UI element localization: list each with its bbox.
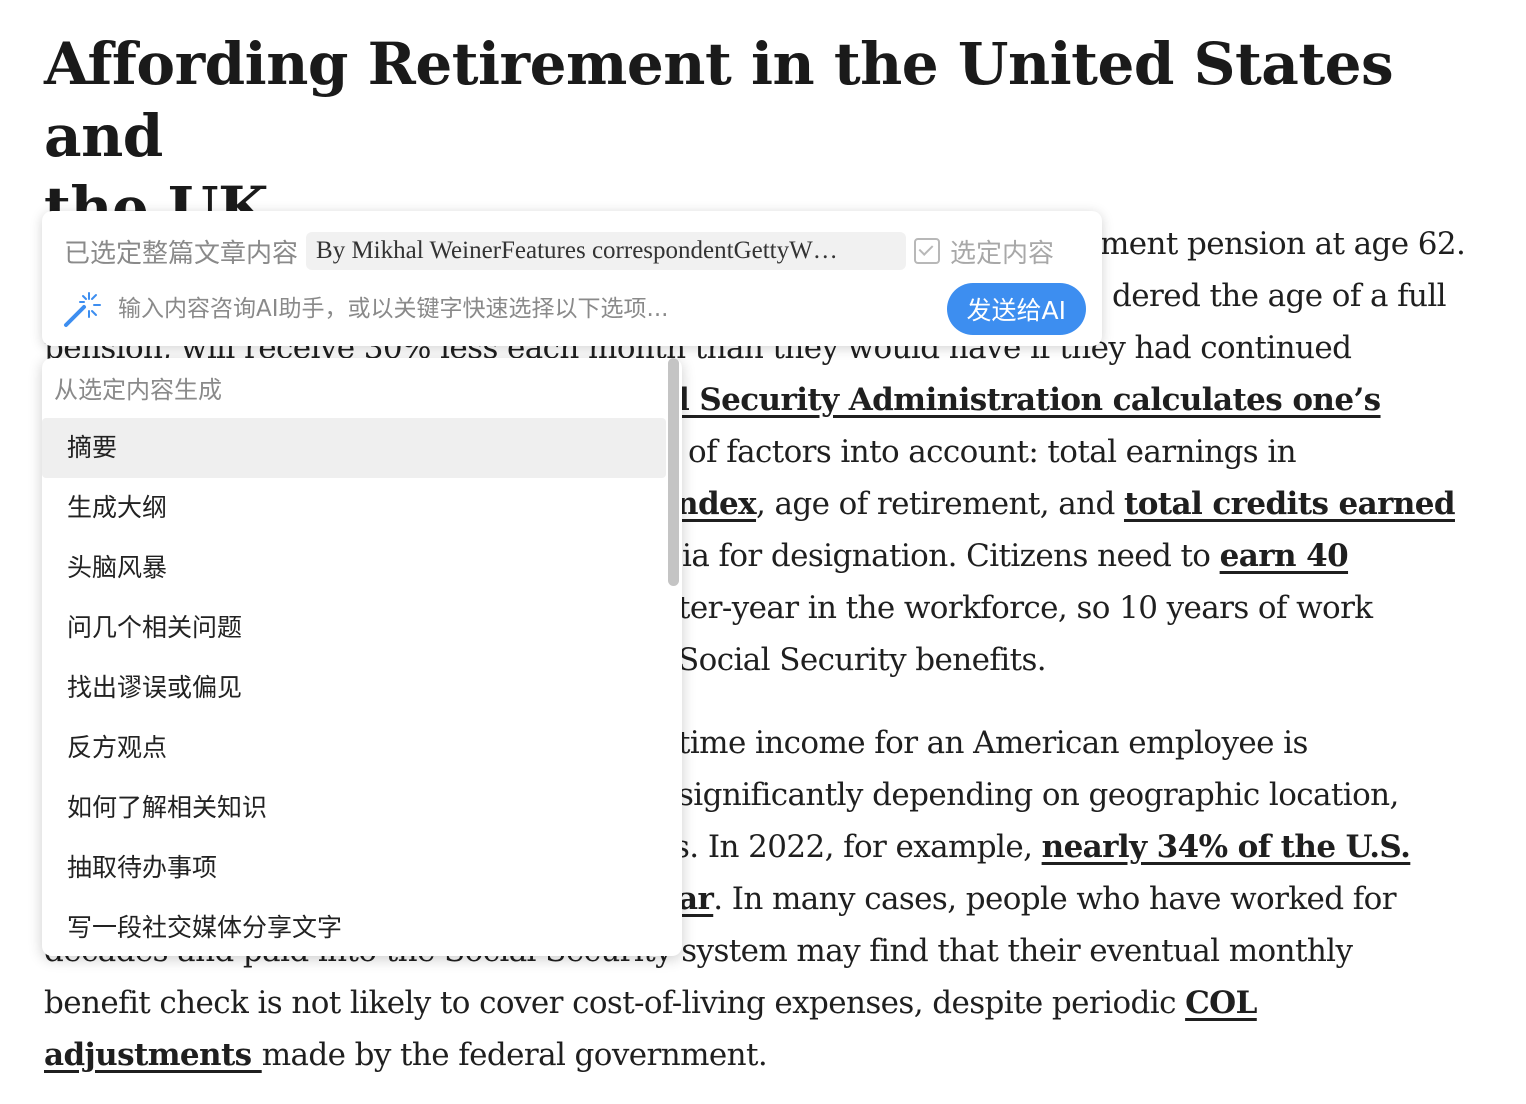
article-text: Social Security benefits. <box>678 642 1047 678</box>
generate-menu: 从选定内容生成 摘要 生成大纲 头脑风暴 问几个相关问题 找出谬误或偏见 反方观点 如何了解… <box>42 358 682 956</box>
article-line: benefit check is not likely to cover cos… <box>44 977 1504 1029</box>
menu-header: 从选定内容生成 <box>54 376 222 404</box>
article-text: benefit check is not likely to cover cos… <box>44 985 1186 1021</box>
article-link[interactable]: adjustments <box>44 1037 262 1073</box>
article-link[interactable]: COL <box>1185 985 1257 1021</box>
send-to-ai-button[interactable]: 发送给AI <box>946 283 1086 335</box>
select-content-label[interactable]: 选定内容 <box>950 233 1054 270</box>
menu-scroll-thumb[interactable] <box>668 358 679 586</box>
ai-query-input[interactable] <box>116 295 947 323</box>
ai-input-row: 发送给AI <box>62 281 1086 337</box>
menu-scrollbar[interactable] <box>666 358 680 956</box>
ai-assistant-panel: 已选定整篇文章内容 By Mikhal WeinerFeatures corre… <box>42 211 1102 346</box>
article-text: ter-year in the workforce, so 10 years o… <box>678 590 1373 626</box>
article-text: significantly depending on geographic lo… <box>678 777 1399 813</box>
article-line: adjustments made by the federal governme… <box>44 1029 1504 1081</box>
menu-item[interactable]: 写一段社交媒体分享文字 <box>42 898 666 956</box>
menu-list: 摘要 生成大纲 头脑风暴 问几个相关问题 找出谬误或偏见 反方观点 如何了解相关知识 抽取待办… <box>42 418 666 956</box>
title-line-1: Affording Retirement in the United State… <box>44 30 1394 170</box>
article-text: , age of retirement, and <box>756 486 1124 522</box>
article-text: s. In 2022, for example, <box>674 829 1042 865</box>
selection-preview-chip[interactable]: By Mikhal WeinerFeatures correspondentGe… <box>306 232 907 270</box>
article-link[interactable]: ndex <box>676 486 757 522</box>
article-text: ia for designation. Citizens need to <box>682 538 1220 574</box>
article-link[interactable]: l Security Administration calculates one… <box>678 382 1381 418</box>
magic-wand-icon <box>62 289 102 329</box>
article-text: time income for an American employee is <box>678 725 1308 761</box>
menu-item[interactable]: 抽取待办事项 <box>42 838 666 898</box>
article-text: dered the age of a full <box>1112 278 1447 314</box>
article-link[interactable]: ar <box>678 881 714 917</box>
article-link[interactable]: total credits earned <box>1124 486 1456 522</box>
article-text: of factors into account: total earnings … <box>688 434 1297 470</box>
selection-label: 已选定整篇文章内容 <box>64 238 299 269</box>
select-content-checkbox[interactable] <box>914 238 941 264</box>
article-text: made by the federal government. <box>261 1037 768 1073</box>
article-link[interactable]: earn 40 <box>1220 538 1349 574</box>
menu-item[interactable]: 如何了解相关知识 <box>42 778 666 838</box>
menu-item[interactable]: 问几个相关问题 <box>42 598 666 658</box>
menu-item[interactable]: 摘要 <box>42 418 666 478</box>
menu-item[interactable]: 找出谬误或偏见 <box>42 658 666 718</box>
article-text: ment pension at age 62. <box>1100 226 1466 262</box>
menu-item[interactable]: 头脑风暴 <box>42 538 666 598</box>
menu-item[interactable]: 生成大纲 <box>42 478 666 538</box>
article-text: . In many cases, people who have worked … <box>713 881 1396 917</box>
selection-row: 已选定整篇文章内容 By Mikhal WeinerFeatures corre… <box>64 231 1084 271</box>
article-link[interactable]: nearly 34% of the U.S. <box>1042 829 1411 865</box>
menu-item[interactable]: 反方观点 <box>42 718 666 778</box>
